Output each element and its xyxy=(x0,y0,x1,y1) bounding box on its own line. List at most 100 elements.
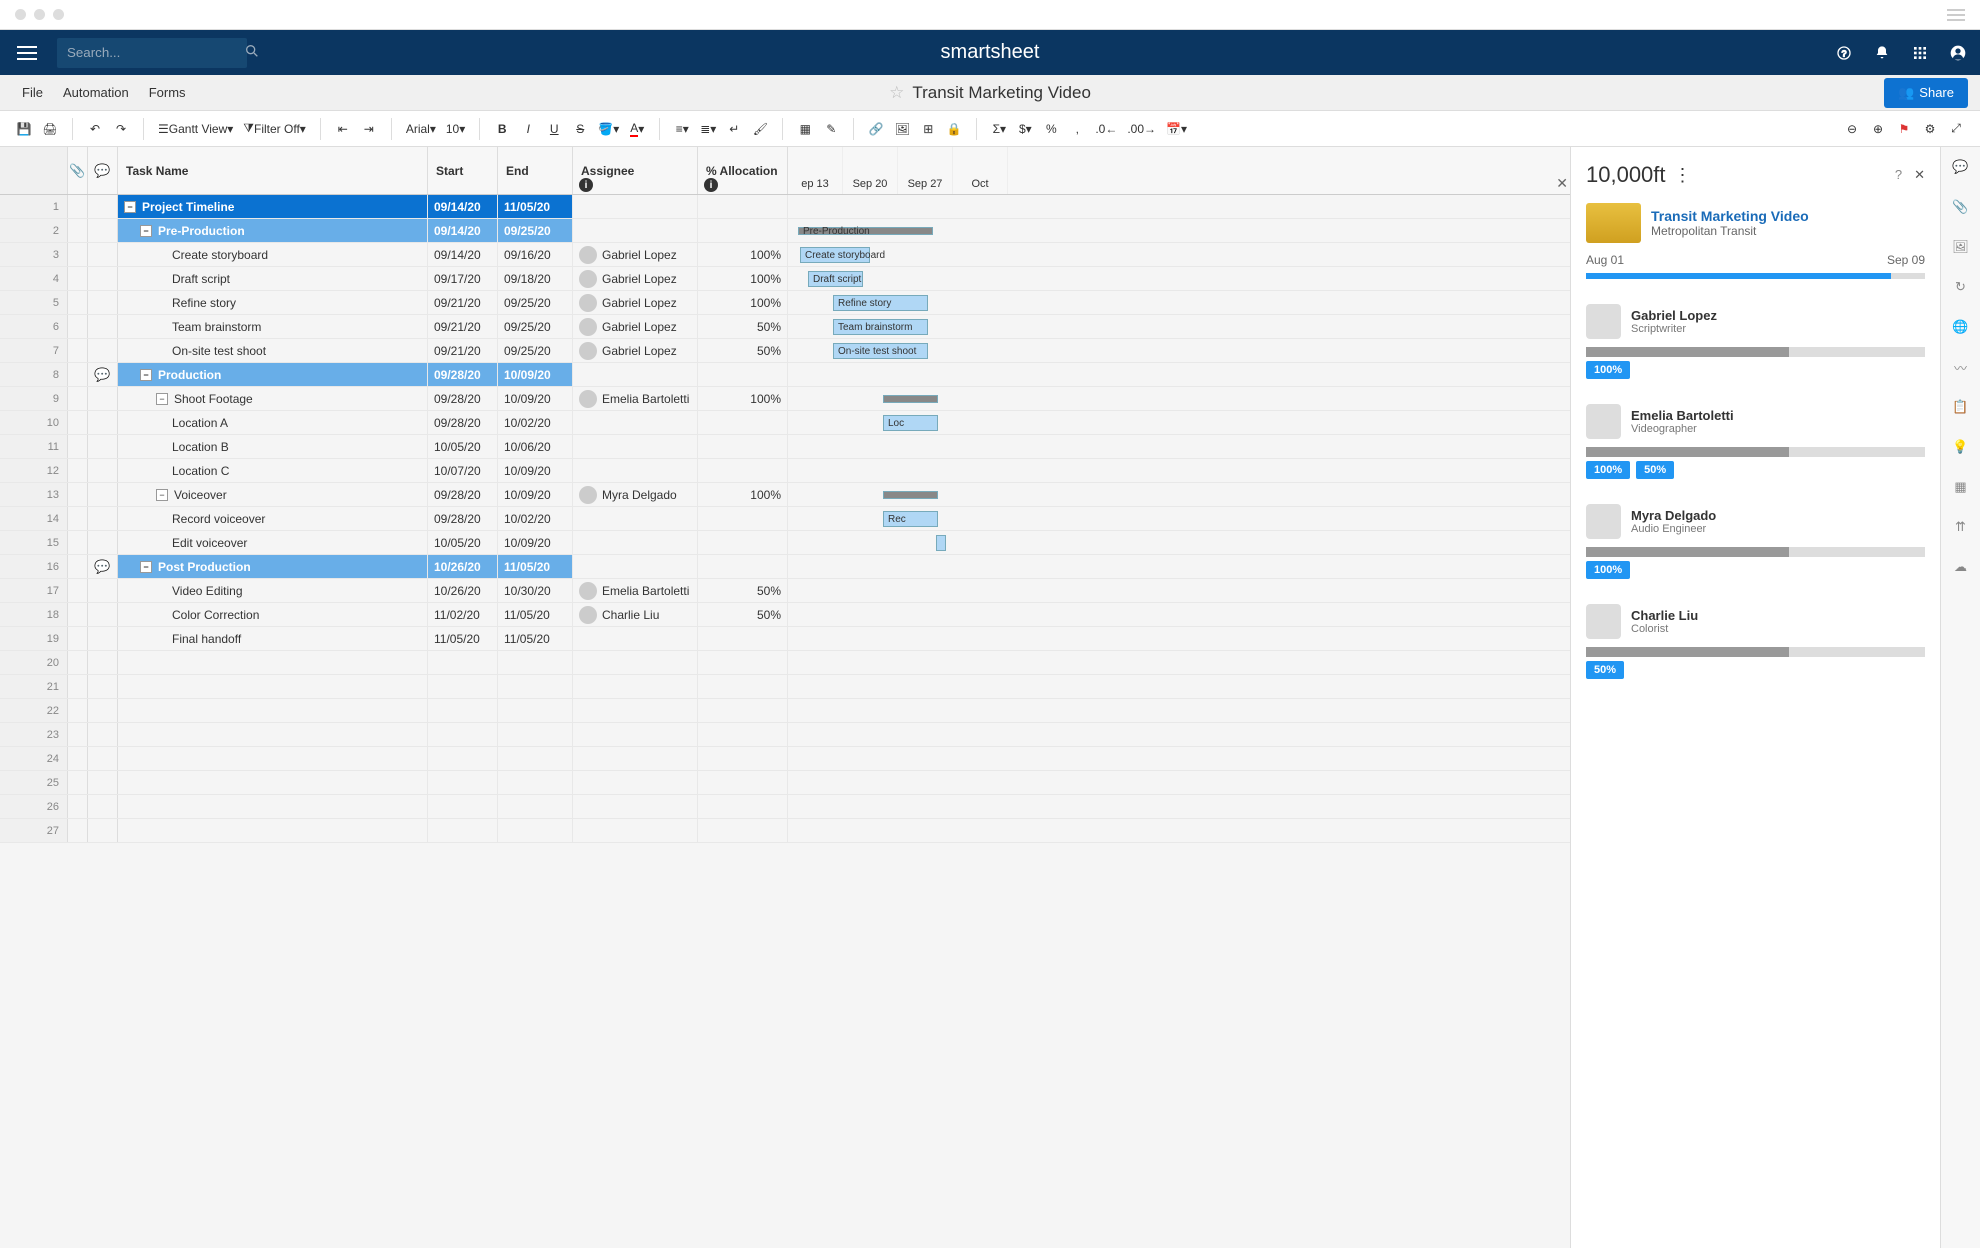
task-name-cell[interactable]: −Production xyxy=(118,363,428,386)
gantt-bar[interactable]: Loc xyxy=(883,415,938,431)
rail-publish-icon[interactable]: 🌐 xyxy=(1951,317,1971,337)
allocation-cell[interactable]: 100% xyxy=(698,267,788,290)
close-gantt-icon[interactable]: ✕ xyxy=(1556,175,1568,192)
end-cell[interactable] xyxy=(498,819,573,842)
end-cell[interactable] xyxy=(498,723,573,746)
assignee-cell[interactable] xyxy=(573,555,698,578)
grid-body[interactable]: 1−Project Timeline09/14/2011/05/202−Pre-… xyxy=(0,195,1570,1248)
collapse-icon[interactable]: − xyxy=(140,225,152,237)
task-name-cell[interactable]: Location B xyxy=(118,435,428,458)
allocation-cell[interactable] xyxy=(698,411,788,434)
allocation-cell[interactable]: 100% xyxy=(698,243,788,266)
wrap-text-icon[interactable]: ↵ xyxy=(722,116,746,142)
task-name-cell[interactable]: −Post Production xyxy=(118,555,428,578)
gantt-bar[interactable]: Create storyboard xyxy=(800,247,870,263)
task-name-cell[interactable]: Video Editing xyxy=(118,579,428,602)
table-row[interactable]: 24 xyxy=(0,747,1570,771)
allocation-cell[interactable] xyxy=(698,699,788,722)
row-number[interactable]: 9 xyxy=(0,387,68,410)
allocation-cell[interactable]: 50% xyxy=(698,339,788,362)
percent-icon[interactable]: % xyxy=(1039,116,1063,142)
zoom-in-icon[interactable]: ⊕ xyxy=(1866,116,1890,142)
table-row[interactable]: 27 xyxy=(0,819,1570,843)
end-cell[interactable]: 11/05/20 xyxy=(498,195,573,218)
task-name-cell[interactable]: Draft script xyxy=(118,267,428,290)
table-row[interactable]: 7On-site test shoot09/21/2009/25/20Gabri… xyxy=(0,339,1570,363)
table-row[interactable]: 9−Shoot Footage09/28/2010/09/20Emelia Ba… xyxy=(0,387,1570,411)
task-name-cell[interactable]: Color Correction xyxy=(118,603,428,626)
menu-file[interactable]: File xyxy=(12,85,53,100)
table-row[interactable]: 15Edit voiceover10/05/2010/09/20 xyxy=(0,531,1570,555)
assignee-cell[interactable]: Charlie Liu xyxy=(573,603,698,626)
end-cell[interactable]: 10/09/20 xyxy=(498,483,573,506)
allocation-cell[interactable]: 100% xyxy=(698,387,788,410)
search-input[interactable] xyxy=(67,45,244,60)
row-number[interactable]: 14 xyxy=(0,507,68,530)
gantt-cell[interactable]: Pre-Production xyxy=(788,219,1570,242)
assignee-cell[interactable] xyxy=(573,723,698,746)
collapse-icon[interactable]: − xyxy=(140,369,152,381)
expand-icon[interactable]: ⤢ xyxy=(1944,116,1968,142)
start-cell[interactable]: 11/05/20 xyxy=(428,627,498,650)
row-number[interactable]: 8 xyxy=(0,363,68,386)
allocation-cell[interactable] xyxy=(698,819,788,842)
collapse-icon[interactable]: − xyxy=(156,393,168,405)
gantt-cell[interactable] xyxy=(788,531,1570,554)
gantt-bar[interactable]: Pre-Production xyxy=(798,227,933,235)
end-cell[interactable]: 10/09/20 xyxy=(498,387,573,410)
end-cell[interactable]: 09/18/20 xyxy=(498,267,573,290)
lock-icon[interactable]: 🔒 xyxy=(942,116,966,142)
date-format-icon[interactable]: 📅▾ xyxy=(1162,116,1191,142)
end-cell[interactable] xyxy=(498,747,573,770)
column-start[interactable]: Start xyxy=(428,147,498,194)
indent-icon[interactable]: ⇥ xyxy=(357,116,381,142)
thousands-icon[interactable]: , xyxy=(1065,116,1089,142)
gantt-cell[interactable] xyxy=(788,579,1570,602)
allocation-cell[interactable]: 100% xyxy=(698,483,788,506)
task-name-cell[interactable]: −Shoot Footage xyxy=(118,387,428,410)
task-name-cell[interactable] xyxy=(118,723,428,746)
row-number[interactable]: 17 xyxy=(0,579,68,602)
assignee-cell[interactable]: Gabriel Lopez xyxy=(573,243,698,266)
resource-name[interactable]: Gabriel Lopez xyxy=(1631,308,1717,323)
end-cell[interactable]: 09/25/20 xyxy=(498,315,573,338)
end-cell[interactable]: 09/25/20 xyxy=(498,219,573,242)
start-cell[interactable]: 09/28/20 xyxy=(428,483,498,506)
gantt-cell[interactable] xyxy=(788,459,1570,482)
allocation-cell[interactable] xyxy=(698,435,788,458)
end-cell[interactable]: 10/02/20 xyxy=(498,411,573,434)
gantt-bar[interactable] xyxy=(883,491,938,499)
resource-name[interactable]: Charlie Liu xyxy=(1631,608,1698,623)
table-row[interactable]: 16💬−Post Production10/26/2011/05/20 xyxy=(0,555,1570,579)
end-cell[interactable]: 11/05/20 xyxy=(498,603,573,626)
allocation-cell[interactable] xyxy=(698,747,788,770)
gantt-cell[interactable] xyxy=(788,675,1570,698)
critical-path-icon[interactable]: ⚑ xyxy=(1892,116,1916,142)
task-name-cell[interactable] xyxy=(118,771,428,794)
task-name-cell[interactable]: Team brainstorm xyxy=(118,315,428,338)
sum-icon[interactable]: Σ▾ xyxy=(987,116,1011,142)
row-number[interactable]: 12 xyxy=(0,459,68,482)
filter-selector[interactable]: ⧩ Filter Off ▾ xyxy=(239,116,310,142)
row-number[interactable]: 15 xyxy=(0,531,68,554)
allocation-cell[interactable] xyxy=(698,795,788,818)
rail-proofs-icon[interactable]: 🖼 xyxy=(1951,237,1971,257)
assignee-cell[interactable] xyxy=(573,411,698,434)
italic-icon[interactable]: I xyxy=(516,116,540,142)
assignee-cell[interactable] xyxy=(573,699,698,722)
row-number[interactable]: 23 xyxy=(0,723,68,746)
task-name-cell[interactable] xyxy=(118,819,428,842)
start-cell[interactable] xyxy=(428,723,498,746)
task-name-cell[interactable] xyxy=(118,795,428,818)
assignee-cell[interactable] xyxy=(573,507,698,530)
start-cell[interactable]: 09/28/20 xyxy=(428,507,498,530)
end-cell[interactable] xyxy=(498,699,573,722)
allocation-cell[interactable] xyxy=(698,459,788,482)
task-name-cell[interactable] xyxy=(118,651,428,674)
end-cell[interactable]: 10/09/20 xyxy=(498,363,573,386)
gantt-bar[interactable]: Team brainstorm xyxy=(833,319,928,335)
zoom-out-icon[interactable]: ⊖ xyxy=(1840,116,1864,142)
assignee-cell[interactable]: Gabriel Lopez xyxy=(573,315,698,338)
start-cell[interactable]: 10/05/20 xyxy=(428,435,498,458)
end-cell[interactable]: 10/09/20 xyxy=(498,531,573,554)
